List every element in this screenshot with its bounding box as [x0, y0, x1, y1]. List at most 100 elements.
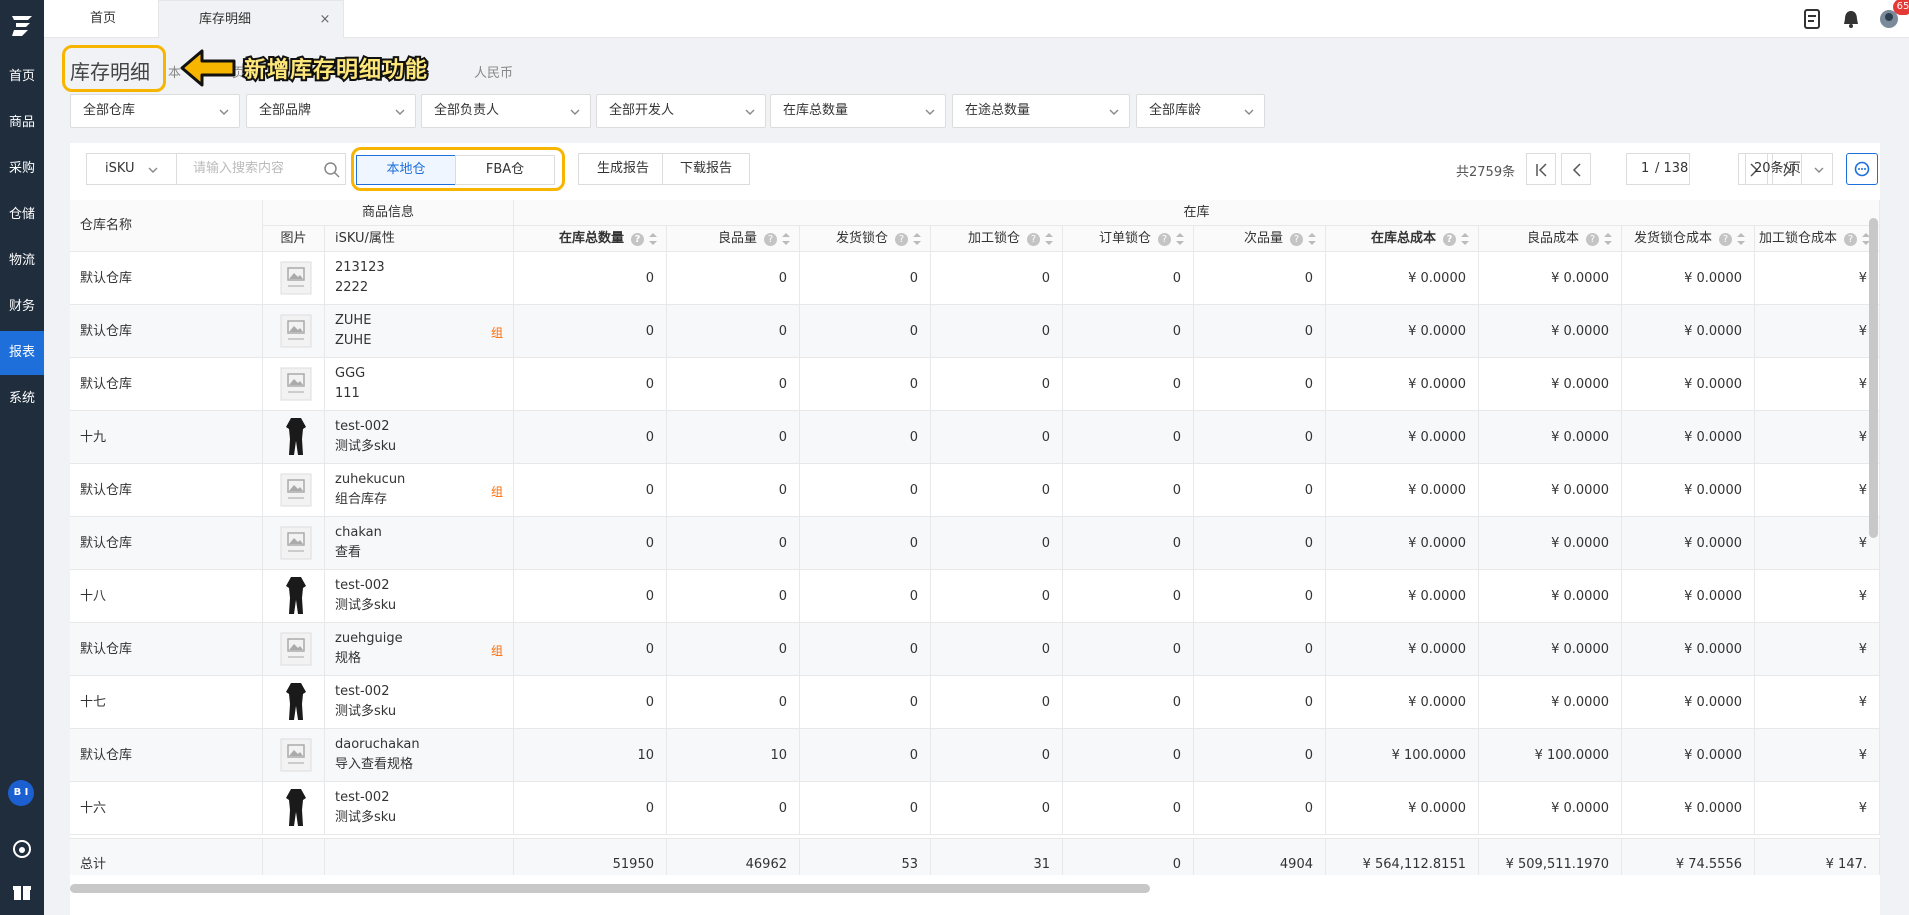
help-icon[interactable]: ?	[1443, 233, 1456, 246]
table-row[interactable]: 默认仓库 zuhekucun 组合库存组 0 0 0 0 0 0 ¥ 0.0000 ¥ 0.0000…	[70, 464, 1880, 517]
sort-icon[interactable]	[1176, 233, 1184, 245]
headset-icon[interactable]	[11, 838, 33, 860]
total-count: 共2759条	[1456, 165, 1516, 180]
sidebar-item-warehouse[interactable]: 仓储	[0, 193, 44, 237]
sku-code[interactable]: zuhekucun	[335, 470, 513, 490]
user-avatar-icon[interactable]	[1878, 8, 1900, 30]
sku-code[interactable]: zuehguige	[335, 629, 513, 649]
table-row[interactable]: 十九 test-002 测试多sku 0 0 0 0 0 0 ¥ 0.0000 ¥ 0.0000 ¥ …	[70, 411, 1880, 464]
sku-code[interactable]: chakan	[335, 523, 513, 543]
filter-label: 全部仓库	[83, 103, 136, 118]
sku-cell: zuehguige 规格 组	[325, 623, 514, 676]
sort-icon[interactable]	[1737, 233, 1745, 245]
sidebar-item-logistics[interactable]: 物流	[0, 239, 44, 283]
column-settings-button[interactable]	[1846, 153, 1878, 185]
warehouse-cell: 默认仓库	[70, 623, 263, 676]
first-page-button[interactable]	[1526, 153, 1556, 185]
metric-cell: 0	[667, 782, 800, 835]
help-icon[interactable]: ?	[895, 233, 908, 246]
filter-brand-select[interactable]: 全部品牌	[246, 94, 416, 128]
sort-icon[interactable]	[913, 233, 921, 245]
metric-cell: 0	[1194, 464, 1326, 517]
help-icon[interactable]: ?	[1586, 233, 1599, 246]
horizontal-scrollbar[interactable]	[70, 884, 1150, 893]
filter-stock-qty-select[interactable]: 在库总数量	[770, 94, 946, 128]
sku-code[interactable]: test-002	[335, 417, 513, 437]
search-field-select[interactable]: iSKU	[86, 153, 176, 185]
sku-code[interactable]: GGG	[335, 364, 513, 384]
metric-cell: ¥ 0.0000	[1622, 464, 1755, 517]
metric-cell: ¥	[1755, 782, 1880, 835]
sku-code[interactable]: test-002	[335, 576, 513, 596]
help-icon[interactable]: ?	[1719, 233, 1732, 246]
filter-owner-select[interactable]: 全部负责人	[421, 94, 591, 128]
table-row[interactable]: 默认仓库 chakan 查看 0 0 0 0 0 0 ¥ 0.0000 ¥ 0.0000 ¥ 0.00…	[70, 517, 1880, 570]
image-cell	[263, 252, 325, 305]
task-list-icon[interactable]	[1802, 8, 1824, 30]
table-row[interactable]: 默认仓库 daoruchakan 导入查看规格 10 10 0 0 0 0 ¥ 100.0000 ¥…	[70, 729, 1880, 782]
sku-code[interactable]: ZUHE	[335, 311, 513, 331]
combo-tag: 组	[490, 485, 503, 499]
table-row[interactable]: 十七 test-002 测试多sku 0 0 0 0 0 0 ¥ 0.0000 ¥ 0.0000 ¥ …	[70, 676, 1880, 729]
close-icon[interactable]: ×	[317, 1, 333, 39]
table-row[interactable]: 十六 test-002 测试多sku 0 0 0 0 0 0 ¥ 0.0000 ¥ 0.0000 ¥ …	[70, 782, 1880, 835]
vertical-scrollbar[interactable]	[1869, 218, 1878, 538]
sort-icon[interactable]	[782, 233, 790, 245]
fba-warehouse-tab[interactable]: FBA仓	[455, 155, 555, 185]
bi-avatar[interactable]: B I	[8, 780, 34, 806]
app-root: 首页商品采购仓储物流财务报表系统 B I 首页 库存明细 × 65	[0, 0, 1909, 915]
sku-code[interactable]: test-002	[335, 788, 513, 808]
tab-home[interactable]: 首页	[58, 0, 148, 38]
table-row[interactable]: 十八 test-002 测试多sku 0 0 0 0 0 0 ¥ 0.0000 ¥ 0.0000 ¥ …	[70, 570, 1880, 623]
help-icon[interactable]: ?	[631, 233, 644, 246]
search-input[interactable]: 请输入搜索内容	[176, 153, 346, 185]
filter-transit-qty-select[interactable]: 在途总数量	[952, 94, 1130, 128]
help-icon[interactable]: ?	[1158, 233, 1171, 246]
help-icon[interactable]: ?	[764, 233, 777, 246]
footer-label: 总计	[70, 839, 263, 875]
help-icon[interactable]: ?	[1290, 233, 1303, 246]
sort-icon[interactable]	[1308, 233, 1316, 245]
download-report-button[interactable]: 下载报告	[662, 153, 750, 185]
sort-icon[interactable]	[1604, 233, 1612, 245]
help-icon[interactable]: ?	[1027, 233, 1040, 246]
sidebar-item-finance[interactable]: 财务	[0, 285, 44, 329]
column-group-in-stock: 在库	[514, 200, 1880, 226]
table-row[interactable]: 默认仓库 ZUHE ZUHE 组 0 0 0 0 0 0 ¥ 0.0000 ¥ 0.0000 ¥ 0.0…	[70, 305, 1880, 358]
help-icon[interactable]: ?	[1844, 233, 1857, 246]
metric-cell: 0	[931, 411, 1063, 464]
sku-code[interactable]: test-002	[335, 682, 513, 702]
page-size-select[interactable]: 20条/页	[1745, 153, 1833, 185]
bell-icon[interactable]	[1840, 8, 1862, 30]
sort-icon[interactable]	[649, 233, 657, 245]
table-row[interactable]: 默认仓库 zuehguige 规格组 0 0 0 0 0 0 ¥ 0.0000 ¥ 0.0000 ¥ …	[70, 623, 1880, 676]
sidebar-item-home[interactable]: 首页	[0, 55, 44, 99]
image-cell	[263, 782, 325, 835]
table-row[interactable]: 默认仓库 GGG 111 0 0 0 0 0 0 ¥ 0.0000 ¥ 0.0000 ¥ 0.0000…	[70, 358, 1880, 411]
footer-total-cell: ¥ 147.	[1755, 839, 1880, 875]
sidebar-item-reports[interactable]: 报表	[0, 331, 44, 375]
filter-warehouse-select[interactable]: 全部仓库	[70, 94, 240, 128]
metric-cell: ¥ 0.0000	[1326, 676, 1479, 729]
page-number-input[interactable]: 1 / 138	[1626, 153, 1690, 185]
generate-report-button[interactable]: 生成报告	[578, 153, 668, 185]
metric-cell: ¥ 0.0000	[1622, 411, 1755, 464]
search-icon[interactable]	[323, 161, 341, 179]
sku-code[interactable]: 213123	[335, 258, 513, 278]
filter-stock-age-select[interactable]: 全部库龄	[1136, 94, 1265, 128]
local-warehouse-tab[interactable]: 本地仓	[356, 155, 456, 185]
sidebar-item-system[interactable]: 系统	[0, 377, 44, 421]
sidebar-item-purchase[interactable]: 采购	[0, 147, 44, 191]
metric-cell: 0	[1063, 623, 1194, 676]
metric-cell: ¥ 0.0000	[1479, 517, 1622, 570]
sku-code[interactable]: daoruchakan	[335, 735, 513, 755]
gift-icon[interactable]	[11, 880, 33, 902]
table-row[interactable]: 默认仓库 213123 2222 0 0 0 0 0 0 ¥ 0.0000 ¥ 0.0000 ¥ 0.…	[70, 252, 1880, 305]
tab-inventory-detail[interactable]: 库存明细 ×	[158, 0, 344, 38]
tab-label: 库存明细	[199, 12, 252, 27]
filter-developer-select[interactable]: 全部开发人	[596, 94, 766, 128]
sort-icon[interactable]	[1461, 233, 1469, 245]
sort-icon[interactable]	[1045, 233, 1053, 245]
sidebar-item-products[interactable]: 商品	[0, 101, 44, 145]
prev-page-button[interactable]	[1561, 153, 1591, 185]
